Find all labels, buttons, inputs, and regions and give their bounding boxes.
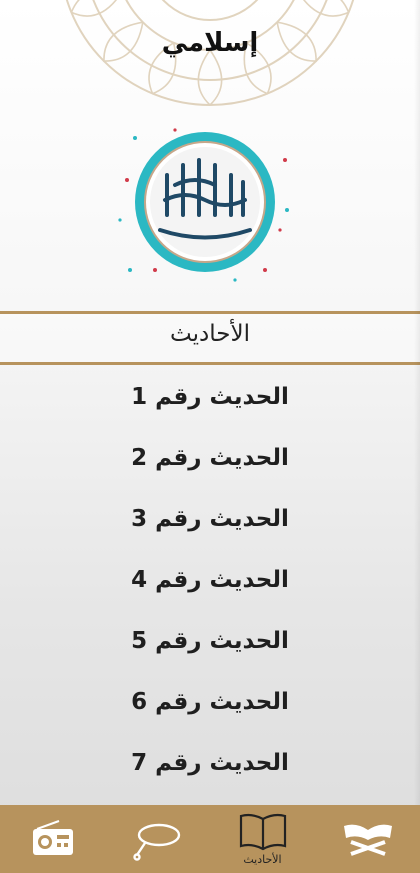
radio-icon <box>32 820 73 855</box>
scroll-edge <box>414 0 420 805</box>
bottom-nav: الأحاديث <box>0 805 420 873</box>
list-item[interactable]: الحديث رقم 2 <box>0 427 420 488</box>
nav-hadith[interactable]: الأحاديث <box>210 805 315 873</box>
tasbeeh-icon <box>132 823 180 861</box>
nav-quran[interactable] <box>315 805 420 873</box>
list-item[interactable]: الحديث رقم 3 <box>0 488 420 549</box>
list-item[interactable]: الحديث رقم 6 <box>0 671 420 732</box>
hadith-list: الحديث رقم 1 الحديث رقم 2 الحديث رقم 3 ا… <box>0 366 420 793</box>
list-item[interactable]: الحديث رقم 4 <box>0 549 420 610</box>
book-icon <box>239 813 286 850</box>
nav-hadith-label: الأحاديث <box>243 852 282 866</box>
quran-icon <box>343 824 392 856</box>
mandala-decoration <box>65 0 355 107</box>
list-item[interactable]: الحديث رقم 1 <box>0 366 420 427</box>
section-header: الأحاديث <box>0 311 420 365</box>
nav-radio[interactable] <box>0 805 105 873</box>
nav-tasbeeh[interactable] <box>105 805 210 873</box>
list-item[interactable]: الحديث رقم 5 <box>0 610 420 671</box>
section-title: الأحاديث <box>170 321 250 347</box>
app-title: إسلامي <box>161 28 259 58</box>
list-item[interactable]: الحديث رقم 7 <box>0 732 420 793</box>
bismillah-logo <box>118 128 289 282</box>
